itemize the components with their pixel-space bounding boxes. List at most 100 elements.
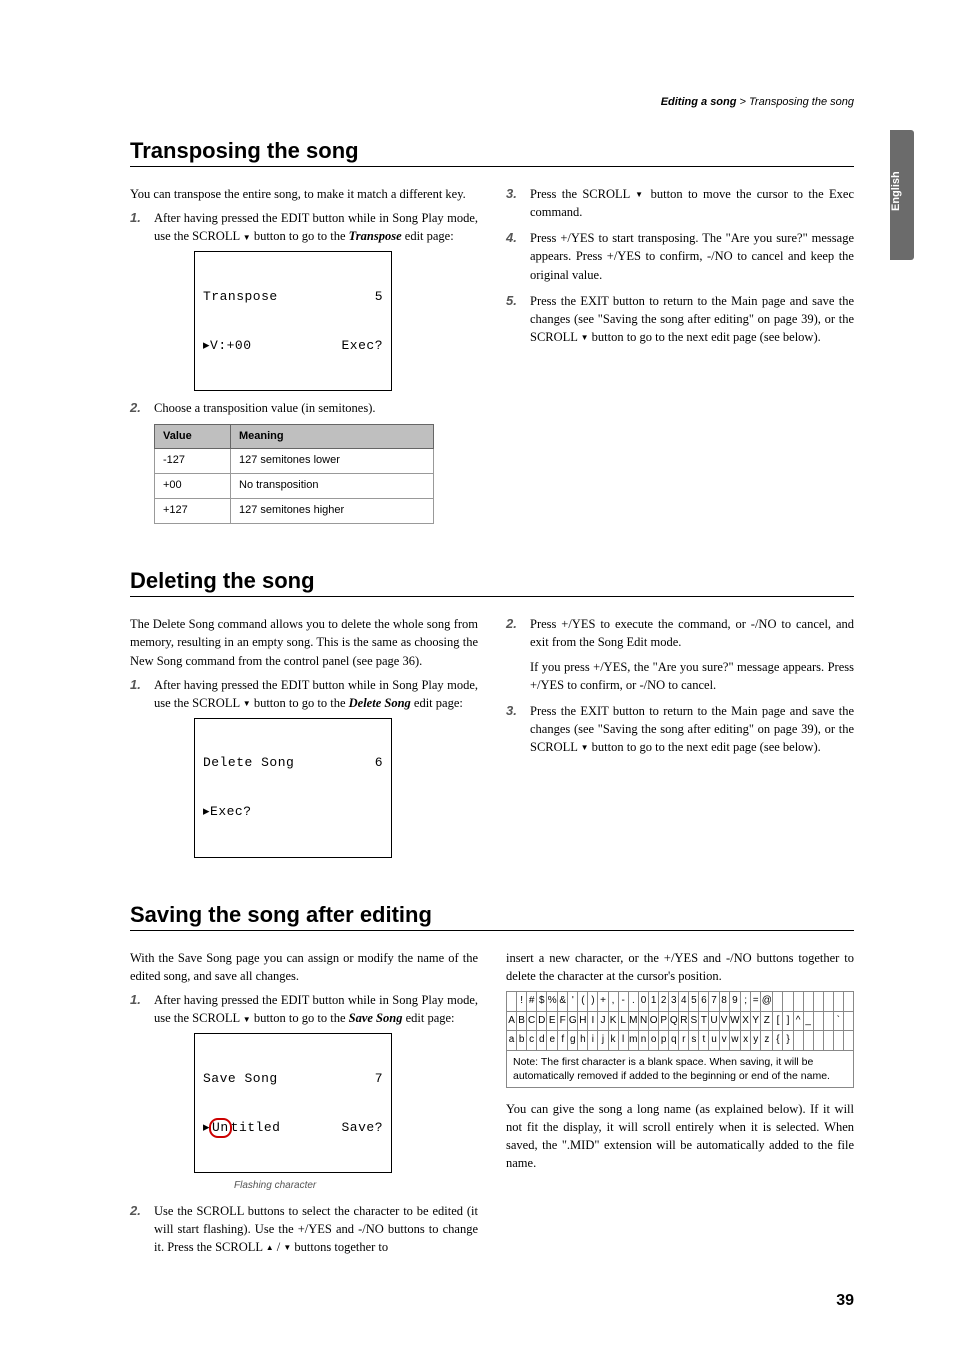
step-1: 1. After having pressed the EDIT button … — [130, 676, 478, 858]
charset-cell: a — [507, 1031, 517, 1051]
scroll-down-icon — [581, 740, 589, 754]
charset-cell: G — [568, 1011, 578, 1031]
scroll-down-icon — [635, 187, 645, 201]
charset-cell: W — [729, 1011, 741, 1031]
charset-cell: D — [537, 1011, 547, 1031]
charset-cell: h — [578, 1031, 588, 1051]
charset-cell: ! — [517, 992, 527, 1012]
step-2: 2. Use the SCROLL buttons to select the … — [130, 1202, 478, 1256]
charset-cell: 6 — [699, 992, 709, 1012]
lcd-save: Save Song7 ▸UntitledSave? — [194, 1033, 392, 1173]
charset-cell: b — [517, 1031, 527, 1051]
charset-cell: k — [608, 1031, 618, 1051]
charset-cell: E — [547, 1011, 558, 1031]
charset-cell — [843, 1031, 853, 1051]
col-right: insert a new character, or the +/YES and… — [506, 949, 854, 1264]
right-para-b: You can give the song a long name (as ex… — [506, 1100, 854, 1173]
charset-cell: 3 — [669, 992, 679, 1012]
charset-cell: 7 — [709, 992, 719, 1012]
charset-cell: 4 — [679, 992, 689, 1012]
charset-cell: , — [608, 992, 618, 1012]
charset-cell: s — [689, 1031, 699, 1051]
charset-cell: R — [679, 1011, 689, 1031]
charset-cell — [823, 992, 833, 1012]
charset-cell: O — [649, 1011, 659, 1031]
step-3: 3. Press the EXIT button to return to th… — [506, 702, 854, 756]
table-row: +127127 semitones higher — [155, 499, 434, 524]
charset-cell: U — [709, 1011, 719, 1031]
section-deleting: Deleting the song The Delete Song comman… — [130, 568, 854, 866]
charset-cell: y — [751, 1031, 761, 1051]
charset-cell: { — [773, 1031, 783, 1051]
charset-cell — [843, 992, 853, 1012]
charset-cell: Q — [669, 1011, 679, 1031]
breadcrumb-sep: > — [736, 96, 749, 108]
charset-cell: & — [558, 992, 568, 1012]
charset-cell: Y — [751, 1011, 761, 1031]
charset-cell — [823, 1031, 833, 1051]
charset-cell: = — [751, 992, 761, 1012]
charset-cell: 2 — [659, 992, 669, 1012]
charset-cell: j — [598, 1031, 608, 1051]
document-page: Editing a song > Transposing the song En… — [0, 0, 954, 1360]
charset-cell: T — [699, 1011, 709, 1031]
charset-cell: } — [783, 1031, 793, 1051]
charset-cell: ` — [833, 1011, 843, 1031]
charset-cell: 5 — [689, 992, 699, 1012]
flashing-cursor-icon: Un — [209, 1118, 232, 1138]
charset-cell — [823, 1011, 833, 1031]
charset-cell: . — [628, 992, 638, 1012]
charset-cell: i — [588, 1031, 598, 1051]
charset-cell — [843, 1011, 853, 1031]
charset-cell: % — [547, 992, 558, 1012]
charset-cell: ^ — [793, 1011, 803, 1031]
charset-cell: f — [558, 1031, 568, 1051]
charset-cell — [803, 1031, 813, 1051]
charset-cell — [833, 992, 843, 1012]
charset-cell: J — [598, 1011, 608, 1031]
charset-cell: C — [527, 1011, 537, 1031]
charset-cell: c — [527, 1031, 537, 1051]
step-1: 1. After having pressed the EDIT button … — [130, 209, 478, 391]
charset-cell: ( — [578, 992, 588, 1012]
charset-cell: w — [729, 1031, 741, 1051]
intro-text: With the Save Song page you can assign o… — [130, 949, 478, 985]
charset-cell — [773, 992, 783, 1012]
charset-cell: u — [709, 1031, 719, 1051]
charset-cell: ; — [741, 992, 751, 1012]
col-right: 2. Press +/YES to execute the command, o… — [506, 615, 854, 866]
charset-cell: p — [659, 1031, 669, 1051]
scroll-down-icon — [243, 229, 251, 243]
scroll-down-icon — [243, 696, 251, 710]
step-1: 1. After having pressed the EDIT button … — [130, 991, 478, 1194]
charset-cell: N — [639, 1011, 649, 1031]
charset-cell: ] — [783, 1011, 793, 1031]
charset-cell: B — [517, 1011, 527, 1031]
charset-cell: X — [741, 1011, 751, 1031]
charset-cell: z — [761, 1031, 773, 1051]
charset-cell: v — [719, 1031, 729, 1051]
intro-text: You can transpose the entire song, to ma… — [130, 185, 478, 203]
charset-cell: o — [649, 1031, 659, 1051]
charset-cell: A — [507, 1011, 517, 1031]
charset-cell: 9 — [729, 992, 741, 1012]
breadcrumb-section: Editing a song — [661, 96, 737, 108]
charset-cell: ' — [568, 992, 578, 1012]
charset-cell — [813, 1011, 823, 1031]
charset-cell — [507, 992, 517, 1012]
charset-cell — [793, 1031, 803, 1051]
charset-cell: n — [639, 1031, 649, 1051]
col-left: With the Save Song page you can assign o… — [130, 949, 478, 1264]
charset-cell: S — [689, 1011, 699, 1031]
table-row: -127127 semitones lower — [155, 449, 434, 474]
charset-cell: H — [578, 1011, 588, 1031]
breadcrumb-page: Transposing the song — [749, 96, 854, 108]
step-5: 5. Press the EXIT button to return to th… — [506, 292, 854, 346]
charset-cell: V — [719, 1011, 729, 1031]
charset-cell: P — [659, 1011, 669, 1031]
charset-cell: + — [598, 992, 608, 1012]
charset-cell: @ — [761, 992, 773, 1012]
step-3: 3. Press the SCROLL button to move the c… — [506, 185, 854, 221]
table-row: +00No transposition — [155, 474, 434, 499]
lcd-caption: Flashing character — [234, 1179, 478, 1194]
